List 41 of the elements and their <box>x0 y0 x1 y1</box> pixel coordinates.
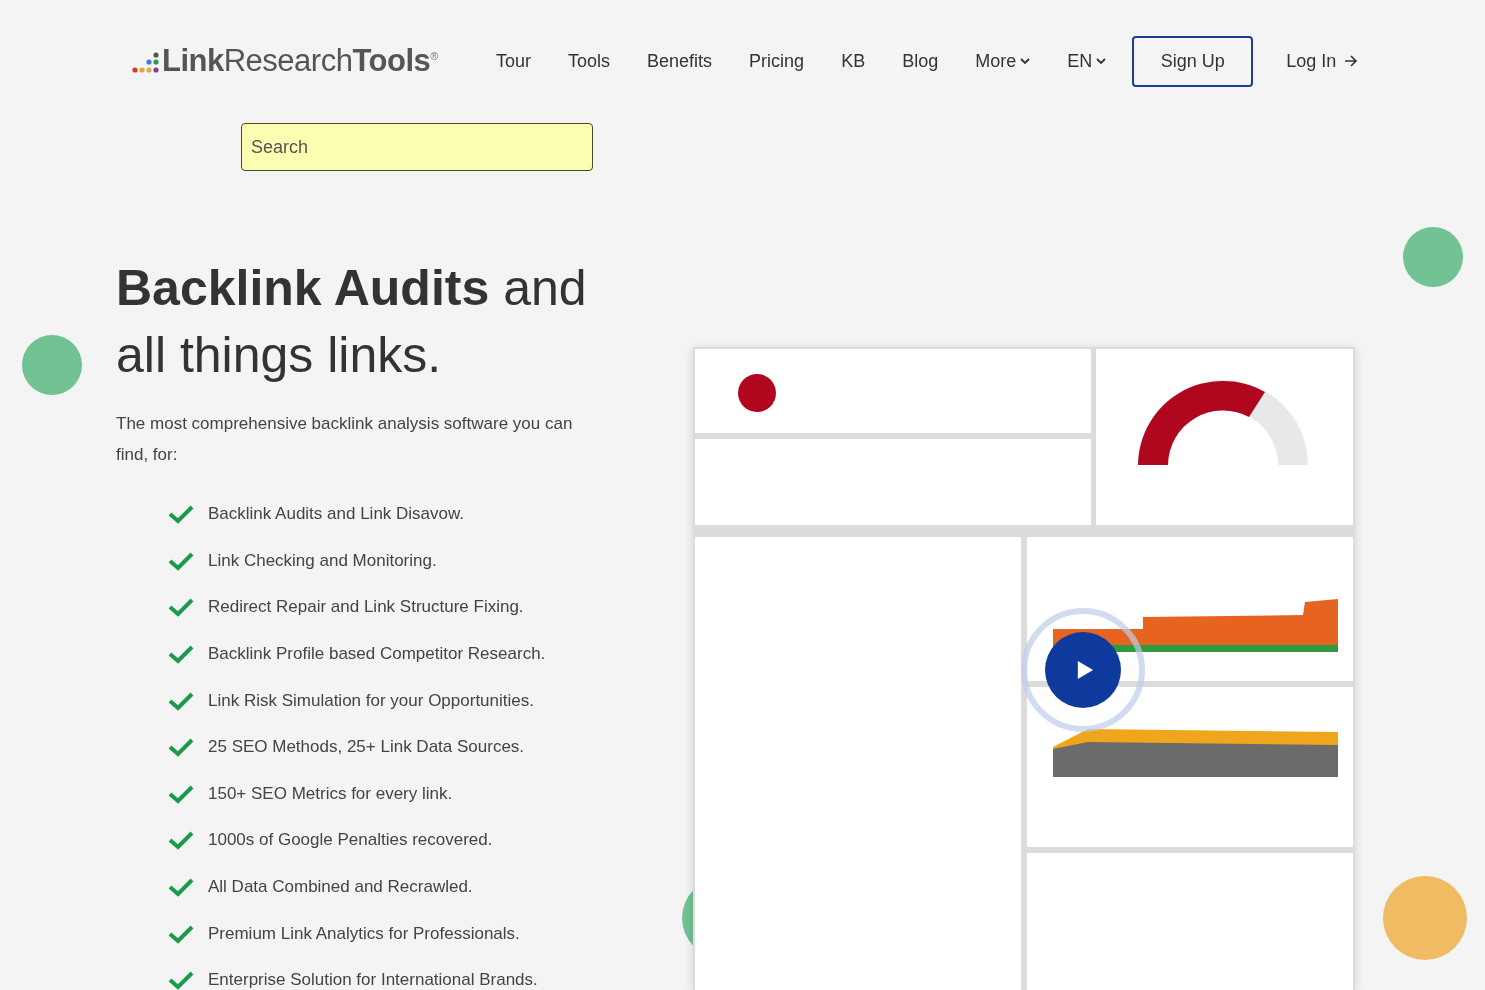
check-icon <box>168 504 194 525</box>
check-icon <box>168 783 194 804</box>
decoration-dot <box>22 335 82 395</box>
feature-text: Backlink Profile based Competitor Research. <box>208 644 546 665</box>
logo-dots-icon <box>132 51 160 75</box>
nav-link[interactable]: EN <box>1067 50 1107 72</box>
hero-title: Backlink Audits and all things links. <box>116 259 588 385</box>
feature-text: Redirect Repair and Link Structure Fixing. <box>208 597 524 618</box>
check-icon <box>168 970 194 990</box>
intro-text: The most comprehensive backlink analysis software you can find, for: <box>116 413 574 466</box>
check-icon <box>168 923 194 944</box>
feature-text: Link Risk Simulation for your Opportunities. <box>208 690 534 711</box>
check-icon <box>168 597 194 618</box>
sign-up-button[interactable]: Sign Up <box>1132 35 1254 87</box>
nav-link[interactable]: Tour <box>496 50 531 72</box>
log-in-link[interactable]: Log In <box>1286 50 1359 72</box>
play-icon <box>1076 660 1094 680</box>
arrow-right-icon <box>1344 55 1359 67</box>
feature-text: Premium Link Analytics for Professionals. <box>208 923 520 944</box>
nav-link[interactable]: Pricing <box>749 50 805 72</box>
feature-text: Enterprise Solution for International Brands. <box>208 970 538 990</box>
check-icon <box>168 550 194 571</box>
check-icon <box>168 737 194 758</box>
check-icon <box>168 877 194 898</box>
logo[interactable]: LinkResearchTools$^{®}$ <box>162 43 438 79</box>
feature-text: 1000s of Google Penalties recovered. <box>208 830 493 851</box>
search-field[interactable]: Search <box>241 123 593 171</box>
feature-text: 25 SEO Methods, 25+ Link Data Sources. <box>208 737 525 758</box>
feature-text: All Data Combined and Recrawled. <box>208 877 473 898</box>
nav-link[interactable]: Benefits <box>647 50 713 72</box>
decoration-dot <box>1403 227 1463 287</box>
nav-link[interactable]: Tools <box>568 50 611 72</box>
check-icon <box>168 690 194 711</box>
nav-link[interactable]: KB <box>841 50 866 72</box>
feature-text: Backlink Audits and Link Disavow. <box>208 504 465 525</box>
check-icon <box>168 644 194 665</box>
nav-link[interactable]: Blog <box>902 50 939 72</box>
feature-text: 150+ SEO Metrics for every link. <box>208 783 453 804</box>
check-icon <box>168 830 194 851</box>
feature-text: Link Checking and Monitoring. <box>208 550 437 571</box>
nav-link[interactable]: More <box>975 50 1031 72</box>
